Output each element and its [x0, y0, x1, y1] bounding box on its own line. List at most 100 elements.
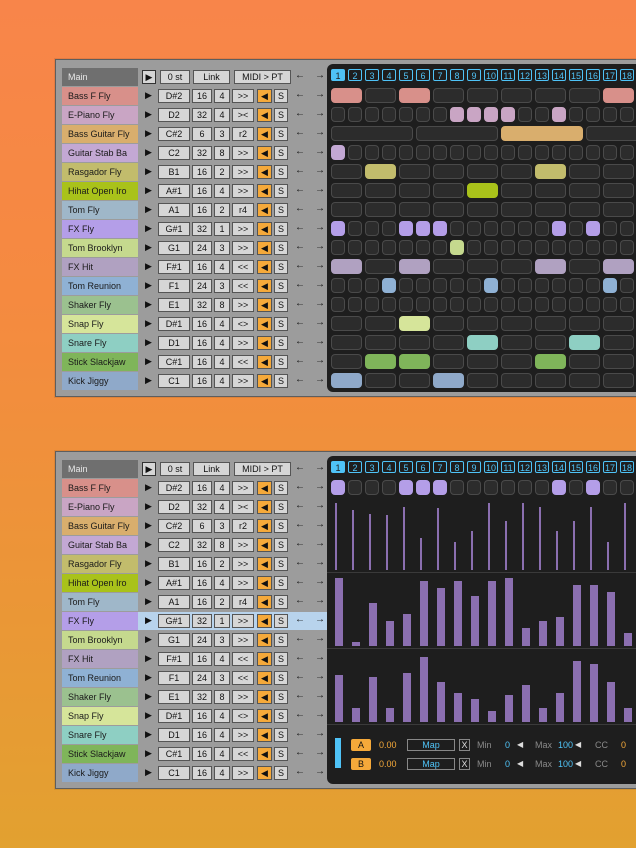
solo-button[interactable]: S — [274, 500, 288, 514]
track-direction-field[interactable]: >> — [232, 538, 254, 552]
step-cell[interactable] — [603, 221, 617, 236]
step-cell[interactable] — [433, 145, 447, 160]
arrow-left-icon[interactable]: ← — [294, 184, 306, 198]
step-cell[interactable] — [603, 145, 617, 160]
track-play-icon[interactable]: ▶ — [142, 519, 155, 533]
track-division-field[interactable]: 3 — [214, 279, 230, 293]
solo-button[interactable]: S — [274, 241, 288, 255]
step-cell[interactable] — [535, 202, 566, 217]
step-cell[interactable] — [416, 480, 430, 495]
track-direction-field[interactable]: >> — [232, 766, 254, 780]
arrow-left-icon[interactable]: ← — [294, 595, 306, 609]
lane3-bar[interactable] — [556, 693, 564, 722]
track-note-field[interactable]: G1 — [158, 633, 190, 647]
arrow-left-icon[interactable]: ← — [294, 557, 306, 571]
speaker-icon[interactable]: ◀ — [257, 108, 272, 122]
map-b-button[interactable]: Map — [407, 758, 455, 770]
arrow-right-icon[interactable]: → — [314, 614, 326, 628]
track-length-field[interactable]: 24 — [192, 671, 212, 685]
step-cell[interactable] — [467, 88, 498, 103]
step-cell[interactable] — [569, 259, 600, 274]
speaker-icon[interactable]: ◀ — [257, 690, 272, 704]
lane2-bar[interactable] — [454, 581, 462, 646]
track-name[interactable]: Tom Reunion — [62, 277, 138, 295]
step-cell[interactable] — [365, 240, 379, 255]
step-cell[interactable] — [569, 373, 600, 388]
track-play-icon[interactable]: ▶ — [142, 538, 155, 552]
track-length-field[interactable]: 16 — [192, 576, 212, 590]
step-cell[interactable] — [365, 297, 379, 312]
step-cell[interactable] — [450, 278, 464, 293]
velocity-bar[interactable] — [590, 507, 592, 570]
lane3-bar[interactable] — [437, 682, 445, 722]
arrow-left-icon[interactable]: ← — [294, 127, 306, 141]
step-cell[interactable] — [552, 240, 566, 255]
track-division-field[interactable]: 4 — [214, 355, 230, 369]
step-number[interactable]: 16 — [586, 461, 600, 473]
solo-button[interactable]: S — [274, 184, 288, 198]
step-cell[interactable] — [603, 480, 617, 495]
step-cell[interactable] — [450, 480, 464, 495]
step-cell[interactable] — [450, 240, 464, 255]
track-length-field[interactable]: 24 — [192, 279, 212, 293]
solo-button[interactable]: S — [274, 557, 288, 571]
track-length-field[interactable]: 32 — [192, 690, 212, 704]
step-cell[interactable] — [484, 240, 498, 255]
track-direction-field[interactable]: >> — [232, 481, 254, 495]
main-play-button[interactable]: ▶ — [142, 462, 156, 476]
link-button[interactable]: Link — [193, 70, 230, 84]
track-play-icon[interactable]: ▶ — [142, 576, 155, 590]
step-cell[interactable] — [569, 335, 600, 350]
step-number[interactable]: 11 — [501, 461, 515, 473]
track-play-icon[interactable]: ▶ — [142, 146, 155, 160]
arrow-right-icon[interactable]: → — [314, 538, 326, 552]
track-name[interactable]: Bass F Fly — [62, 87, 138, 105]
step-cell[interactable] — [552, 221, 566, 236]
step-cell[interactable] — [365, 88, 396, 103]
step-cell[interactable] — [467, 145, 481, 160]
step-number[interactable]: 15 — [569, 461, 583, 473]
track-direction-field[interactable]: >> — [232, 336, 254, 350]
arrow-right-icon[interactable]: → — [314, 89, 326, 103]
step-cell[interactable] — [569, 297, 583, 312]
lane3-bar[interactable] — [624, 708, 632, 722]
step-cell[interactable] — [620, 297, 634, 312]
step-cell[interactable] — [586, 145, 600, 160]
step-cell[interactable] — [433, 240, 447, 255]
track-note-field[interactable]: C1 — [158, 766, 190, 780]
step-cell[interactable] — [501, 354, 532, 369]
track-direction-field[interactable]: <> — [232, 317, 254, 331]
step-number[interactable]: 16 — [586, 69, 600, 81]
step-cell[interactable] — [569, 480, 583, 495]
step-number[interactable]: 13 — [535, 69, 549, 81]
min-b-value[interactable]: 0 — [505, 759, 510, 769]
arrow-right-icon[interactable]: → — [314, 462, 326, 476]
step-cell[interactable] — [552, 145, 566, 160]
step-cell[interactable] — [399, 259, 430, 274]
step-cell[interactable] — [467, 373, 498, 388]
speaker-icon[interactable]: ◀ — [257, 747, 272, 761]
track-division-field[interactable]: 2 — [214, 165, 230, 179]
lane3-bar[interactable] — [369, 677, 377, 722]
arrow-left-icon[interactable]: ← — [294, 108, 306, 122]
track-name[interactable]: Shaker Fly — [62, 296, 138, 314]
step-cell[interactable] — [518, 240, 532, 255]
step-cell[interactable] — [501, 202, 532, 217]
arrow-left-icon[interactable]: ← — [294, 633, 306, 647]
step-cell[interactable] — [331, 354, 362, 369]
step-cell[interactable] — [569, 316, 600, 331]
track-division-field[interactable]: 4 — [214, 481, 230, 495]
velocity-bar[interactable] — [386, 515, 388, 570]
track-length-field[interactable]: 16 — [192, 747, 212, 761]
solo-button[interactable]: S — [274, 481, 288, 495]
arrow-left-icon[interactable]: ← — [294, 538, 306, 552]
lane2-bar[interactable] — [590, 585, 598, 646]
step-cell[interactable] — [450, 297, 464, 312]
solo-button[interactable]: S — [274, 336, 288, 350]
step-number[interactable]: 1 — [331, 69, 345, 81]
max-a-value[interactable]: 100 — [558, 740, 573, 750]
clear-b-button[interactable]: X — [459, 758, 470, 770]
step-cell[interactable] — [603, 107, 617, 122]
track-length-field[interactable]: 16 — [192, 317, 212, 331]
step-cell[interactable] — [365, 354, 396, 369]
